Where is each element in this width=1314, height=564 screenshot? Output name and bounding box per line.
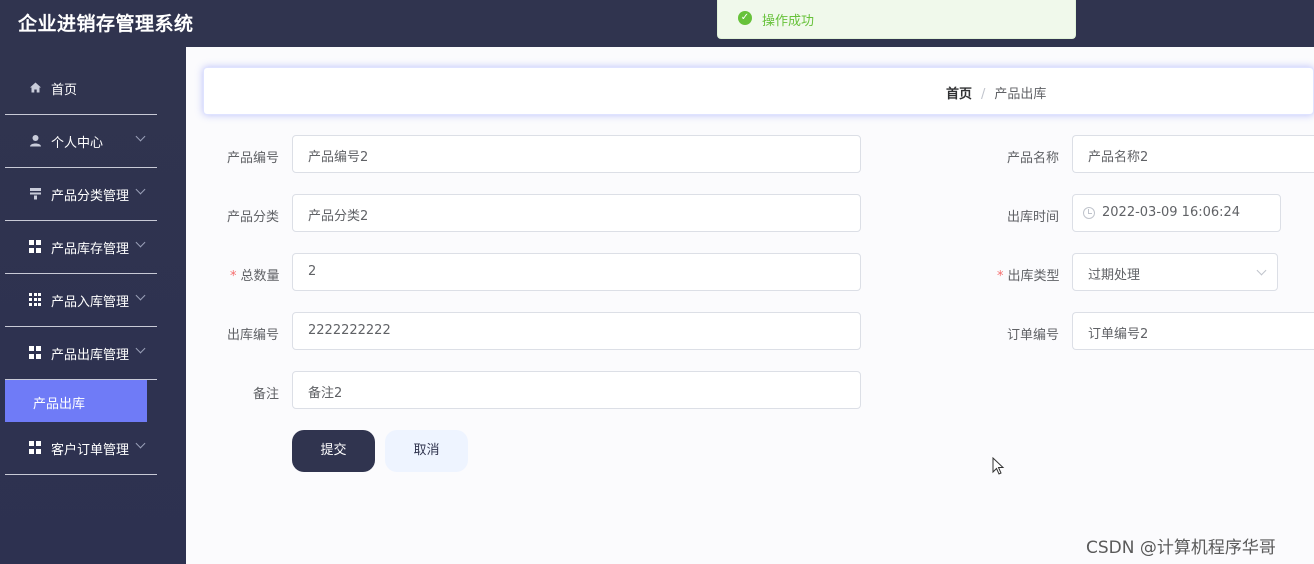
- sidebar-item-label: 产品分类管理: [51, 189, 130, 204]
- remark-input[interactable]: 备注2: [292, 371, 861, 409]
- main-content: 首页 / 产品出库 产品编号 产品编号2 产品名称 产品名称2 产品分类 产品分类2…: [186, 47, 1314, 564]
- sidebar-item-personal-center[interactable]: 个人中心: [5, 116, 157, 168]
- watermark: CSDN @计算机程序华哥: [1086, 538, 1276, 558]
- breadcrumb-home-link[interactable]: 首页: [946, 87, 972, 102]
- total-qty-value: 2: [308, 264, 317, 279]
- clock-icon: [1083, 207, 1095, 219]
- product-code-value: 产品编号2: [308, 150, 369, 165]
- sidebar-item-outbound-mgmt[interactable]: 产品出库管理: [5, 328, 157, 380]
- order-code-value: 订单编号2: [1088, 327, 1149, 342]
- chevron-down-icon: [135, 131, 146, 142]
- chevron-down-icon: [135, 184, 146, 195]
- total-qty-label-text: 总数量: [240, 269, 280, 284]
- total-qty-input[interactable]: 2: [292, 253, 861, 291]
- remark-value: 备注2: [308, 386, 343, 401]
- required-marker: *: [997, 269, 1004, 284]
- outbound-time-value: 2022-03-09 16:06:24: [1102, 205, 1241, 220]
- chevron-down-icon: [1256, 265, 1267, 276]
- category-icon: [29, 187, 42, 200]
- outbound-code-input[interactable]: 2222222222: [292, 312, 861, 350]
- sidebar-item-label: 产品库存管理: [51, 242, 130, 257]
- outbound-type-label-text: 出库类型: [1007, 269, 1060, 284]
- success-toast: ✓ 操作成功: [717, 0, 1076, 39]
- chevron-down-icon: [135, 438, 146, 449]
- sidebar-item-inbound-mgmt[interactable]: 产品入库管理: [5, 275, 157, 327]
- outbound-type-value: 过期处理: [1088, 268, 1141, 283]
- chevron-down-icon: [135, 290, 146, 301]
- order-code-input[interactable]: 订单编号2: [1072, 312, 1314, 350]
- sidebar-item-inventory-mgmt[interactable]: 产品库存管理: [5, 222, 157, 274]
- submit-button[interactable]: 提交: [292, 430, 375, 472]
- top-bar: 企业进销存管理系统: [0, 0, 1314, 47]
- grid-icon: [29, 441, 42, 454]
- remark-label: 备注: [253, 387, 280, 402]
- outbound-type-label: * 出库类型: [997, 265, 1060, 284]
- mouse-cursor-icon: [992, 457, 1005, 475]
- sidebar-subitem-label: 产品出库: [33, 397, 86, 412]
- sidebar-item-label: 首页: [51, 83, 78, 98]
- product-name-label: 产品名称: [1007, 151, 1060, 166]
- sidebar-item-label: 产品入库管理: [51, 295, 130, 310]
- cancel-button[interactable]: 取消: [385, 430, 468, 472]
- product-name-value: 产品名称2: [1088, 150, 1149, 165]
- sidebar-item-home[interactable]: 首页: [5, 63, 157, 115]
- sidebar-item-order-mgmt[interactable]: 客户订单管理: [5, 423, 157, 475]
- breadcrumb: 首页 / 产品出库: [203, 67, 1314, 115]
- sidebar-item-category-mgmt[interactable]: 产品分类管理: [5, 169, 157, 221]
- outbound-time-label: 出库时间: [1007, 210, 1060, 225]
- outbound-time-picker[interactable]: 2022-03-09 16:06:24: [1072, 194, 1281, 232]
- sidebar-item-label: 个人中心: [51, 136, 104, 151]
- user-icon: [29, 134, 42, 147]
- product-code-input[interactable]: 产品编号2: [292, 135, 861, 173]
- home-icon: [29, 81, 42, 94]
- sidebar-item-label: 产品出库管理: [51, 348, 130, 363]
- sidebar: 首页 个人中心 产品分类管理 产品库存管理 产品入库管理 产品出库管理 产品出库…: [0, 47, 186, 564]
- outbound-type-select[interactable]: 过期处理: [1072, 253, 1278, 291]
- product-code-label: 产品编号: [227, 151, 280, 166]
- breadcrumb-separator: /: [981, 87, 986, 102]
- total-qty-label: * 总数量: [230, 265, 280, 284]
- sidebar-subitem-outbound[interactable]: 产品出库: [5, 380, 147, 422]
- category-label: 产品分类: [227, 210, 280, 225]
- check-circle-icon: ✓: [738, 11, 752, 25]
- outbound-code-label: 出库编号: [227, 328, 280, 343]
- required-marker: *: [230, 269, 237, 284]
- app-title: 企业进销存管理系统: [18, 13, 194, 35]
- grid-icon: [29, 293, 42, 306]
- chevron-down-icon: [135, 237, 146, 248]
- chevron-down-icon: [135, 343, 146, 354]
- grid-icon: [29, 346, 42, 359]
- breadcrumb-current: 产品出库: [994, 87, 1047, 102]
- category-value: 产品分类2: [308, 209, 369, 224]
- outbound-code-value: 2222222222: [308, 323, 391, 338]
- grid-icon: [29, 240, 42, 253]
- breadcrumb-trail: 首页 / 产品出库: [946, 83, 1046, 102]
- product-name-input[interactable]: 产品名称2: [1072, 135, 1314, 173]
- toast-message: 操作成功: [762, 14, 815, 29]
- category-input[interactable]: 产品分类2: [292, 194, 861, 232]
- sidebar-item-label: 客户订单管理: [51, 443, 130, 458]
- order-code-label: 订单编号: [1007, 328, 1060, 343]
